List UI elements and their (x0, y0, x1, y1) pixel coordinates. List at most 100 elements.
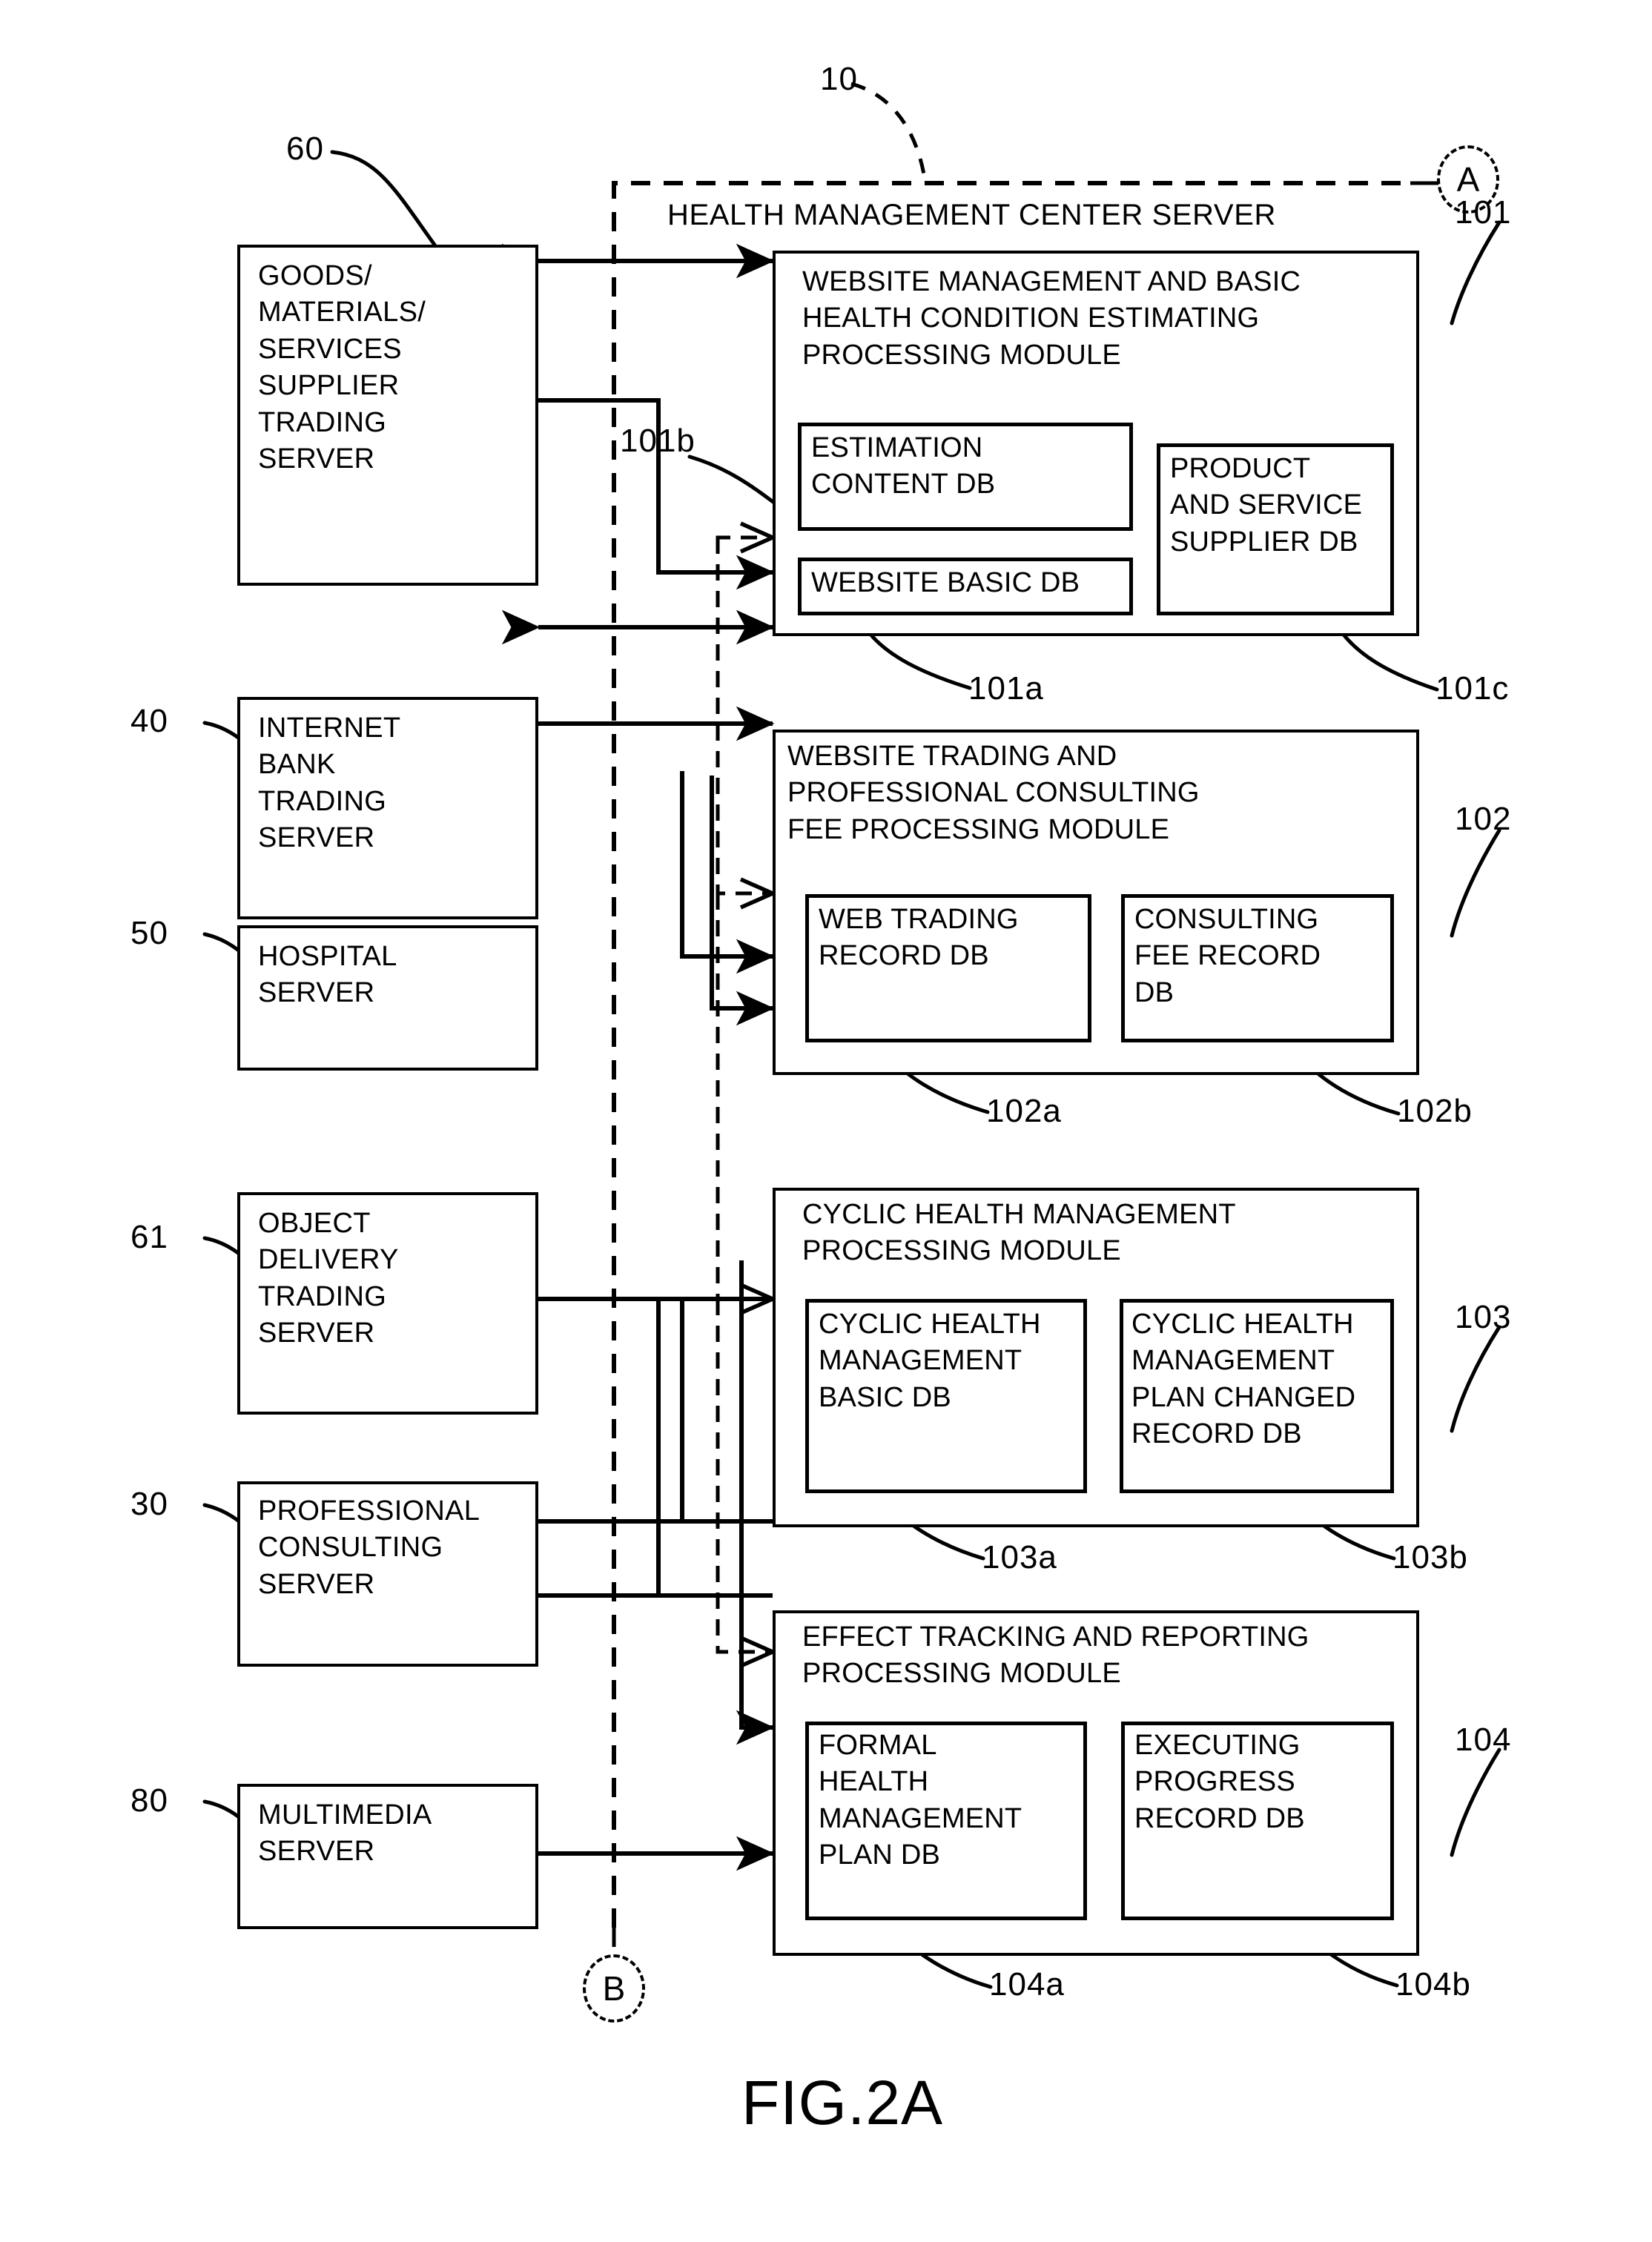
server-line: SERVER (258, 822, 375, 854)
ref-102a: 102a (986, 1093, 1062, 1129)
db-line: ESTIMATION (811, 432, 983, 463)
db-line: PLAN DB (819, 1839, 941, 1871)
module-title-line: PROFESSIONAL CONSULTING (787, 777, 1200, 809)
bus-risers (656, 400, 744, 1727)
server-line: CONSULTING (258, 1532, 443, 1564)
db-line: CONSULTING (1134, 904, 1319, 935)
ref-103a: 103a (982, 1539, 1057, 1575)
db-line: SUPPLIER DB (1170, 526, 1358, 558)
module-title-104: EFFECT TRACKING AND REPORTING PROCESSING… (802, 1619, 1425, 1693)
db-line: PROGRESS (1134, 1766, 1295, 1798)
ref-40: 40 (130, 703, 168, 739)
ref-61: 61 (130, 1219, 168, 1255)
db-label-104a: FORMAL HEALTH MANAGEMENT PLAN DB (819, 1727, 1086, 1874)
ref-101a: 101a (968, 670, 1044, 707)
db-line: EXECUTING (1134, 1730, 1301, 1761)
server-label-30: PROFESSIONAL CONSULTING SERVER (258, 1493, 540, 1603)
server-line: SERVER (258, 1568, 375, 1600)
lead-line-10 (850, 82, 928, 184)
db-line: CYCLIC HEALTH (1131, 1309, 1354, 1340)
db-line: MANAGEMENT (819, 1802, 1022, 1834)
ref-30: 30 (130, 1486, 168, 1522)
module-title-line: CYCLIC HEALTH MANAGEMENT (802, 1199, 1236, 1230)
db-line: HEALTH (819, 1766, 929, 1798)
module-title-line: WEBSITE TRADING AND (787, 741, 1117, 772)
server-line: SERVER (258, 1836, 375, 1868)
ref-104: 104 (1455, 1722, 1512, 1758)
ref-103b: 103b (1392, 1539, 1468, 1575)
dashed-arrow-101 (716, 538, 773, 541)
module-title-line: EFFECT TRACKING AND REPORTING (802, 1621, 1309, 1653)
ref-103: 103 (1455, 1299, 1512, 1335)
db-line: WEB TRADING (819, 904, 1019, 935)
db-line: WEBSITE BASIC DB (811, 567, 1080, 598)
ref-102: 102 (1455, 801, 1512, 837)
dashed-arrow-102 (716, 538, 773, 893)
ref-101: 101 (1455, 194, 1512, 231)
server-line: SERVICES (258, 333, 402, 365)
server-line: GOODS/ (258, 260, 372, 291)
server-label-50: HOSPITAL SERVER (258, 939, 540, 1012)
ref-104a: 104a (989, 1966, 1065, 2003)
server-line: MULTIMEDIA (258, 1799, 432, 1831)
db-label-101b: ESTIMATION CONTENT DB (811, 430, 1130, 503)
module-title-line: HEALTH CONDITION ESTIMATING (802, 302, 1260, 334)
db-line: PLAN CHANGED (1131, 1381, 1356, 1413)
server-line: SUPPLIER (258, 370, 400, 402)
server-line: TRADING (258, 785, 387, 817)
module-title-103: CYCLIC HEALTH MANAGEMENT PROCESSING MODU… (802, 1197, 1418, 1270)
server-label-40: INTERNET BANK TRADING SERVER (258, 710, 540, 857)
db-line: BASIC DB (819, 1381, 951, 1413)
server-line: PROFESSIONAL (258, 1495, 480, 1527)
db-line: FEE RECORD (1134, 940, 1321, 972)
module-title-line: PROCESSING MODULE (802, 339, 1121, 371)
server-line: SERVER (258, 1317, 375, 1349)
system-boundary-label: HEALTH MANAGEMENT CENTER SERVER (667, 199, 1276, 231)
server-line: HOSPITAL (258, 941, 397, 972)
db-line: PRODUCT (1170, 453, 1311, 484)
server-label-61: OBJECT DELIVERY TRADING SERVER (258, 1206, 540, 1352)
ref-101c: 101c (1435, 670, 1510, 707)
db-line: MANAGEMENT (1131, 1345, 1335, 1377)
server-line: TRADING (258, 406, 387, 438)
module-title-line: WEBSITE MANAGEMENT AND BASIC (802, 266, 1301, 297)
server-line: DELIVERY (258, 1244, 399, 1276)
ref-104b: 104b (1395, 1966, 1471, 2003)
server-line: BANK (258, 749, 336, 781)
db-label-101a: WEBSITE BASIC DB (811, 565, 1130, 601)
ref-80: 80 (130, 1782, 168, 1819)
arrow-bus-102-lower1 (680, 771, 775, 974)
db-line: CYCLIC HEALTH (819, 1309, 1041, 1340)
db-label-103b: CYCLIC HEALTH MANAGEMENT PLAN CHANGED RE… (1131, 1306, 1392, 1453)
db-line: DB (1134, 976, 1174, 1008)
db-line: MANAGEMENT (819, 1345, 1022, 1377)
db-line: AND SERVICE (1170, 489, 1363, 521)
db-line: CONTENT DB (811, 469, 996, 500)
server-line: MATERIALS/ (258, 297, 426, 328)
ref-60: 60 (286, 130, 324, 167)
db-label-102a: WEB TRADING RECORD DB (819, 902, 1090, 975)
server-line: OBJECT (258, 1208, 371, 1239)
db-label-102b: CONSULTING FEE RECORD DB (1134, 902, 1392, 1011)
module-title-line: PROCESSING MODULE (802, 1658, 1121, 1690)
server-line: TRADING (258, 1280, 387, 1312)
connector-circle-b: B (583, 1954, 645, 2023)
patent-figure: GOODS/ MATERIALS/ SERVICES SUPPLIER TRAD… (0, 0, 1652, 2242)
db-line: RECORD DB (819, 940, 989, 972)
db-label-101c: PRODUCT AND SERVICE SUPPLIER DB (1170, 451, 1392, 560)
server-label-60: GOODS/ MATERIALS/ SERVICES SUPPLIER TRAD… (258, 258, 540, 477)
db-label-103a: CYCLIC HEALTH MANAGEMENT BASIC DB (819, 1306, 1086, 1416)
db-line: RECORD DB (1134, 1802, 1305, 1834)
module-title-line: FEE PROCESSING MODULE (787, 813, 1170, 845)
ref-10: 10 (820, 61, 858, 97)
module-title-101: WEBSITE MANAGEMENT AND BASIC HEALTH COND… (802, 264, 1418, 374)
dashed-signal-arrows (716, 538, 773, 1652)
signal-arrows (501, 243, 775, 1871)
db-line: RECORD DB (1131, 1418, 1302, 1450)
server-line: SERVER (258, 977, 375, 1009)
server-line: INTERNET (258, 712, 401, 744)
ref-101b: 101b (620, 423, 696, 459)
module-title-102: WEBSITE TRADING AND PROFESSIONAL CONSULT… (787, 738, 1418, 848)
module-title-line: PROCESSING MODULE (802, 1235, 1121, 1267)
figure-caption: FIG.2A (741, 2068, 944, 2137)
